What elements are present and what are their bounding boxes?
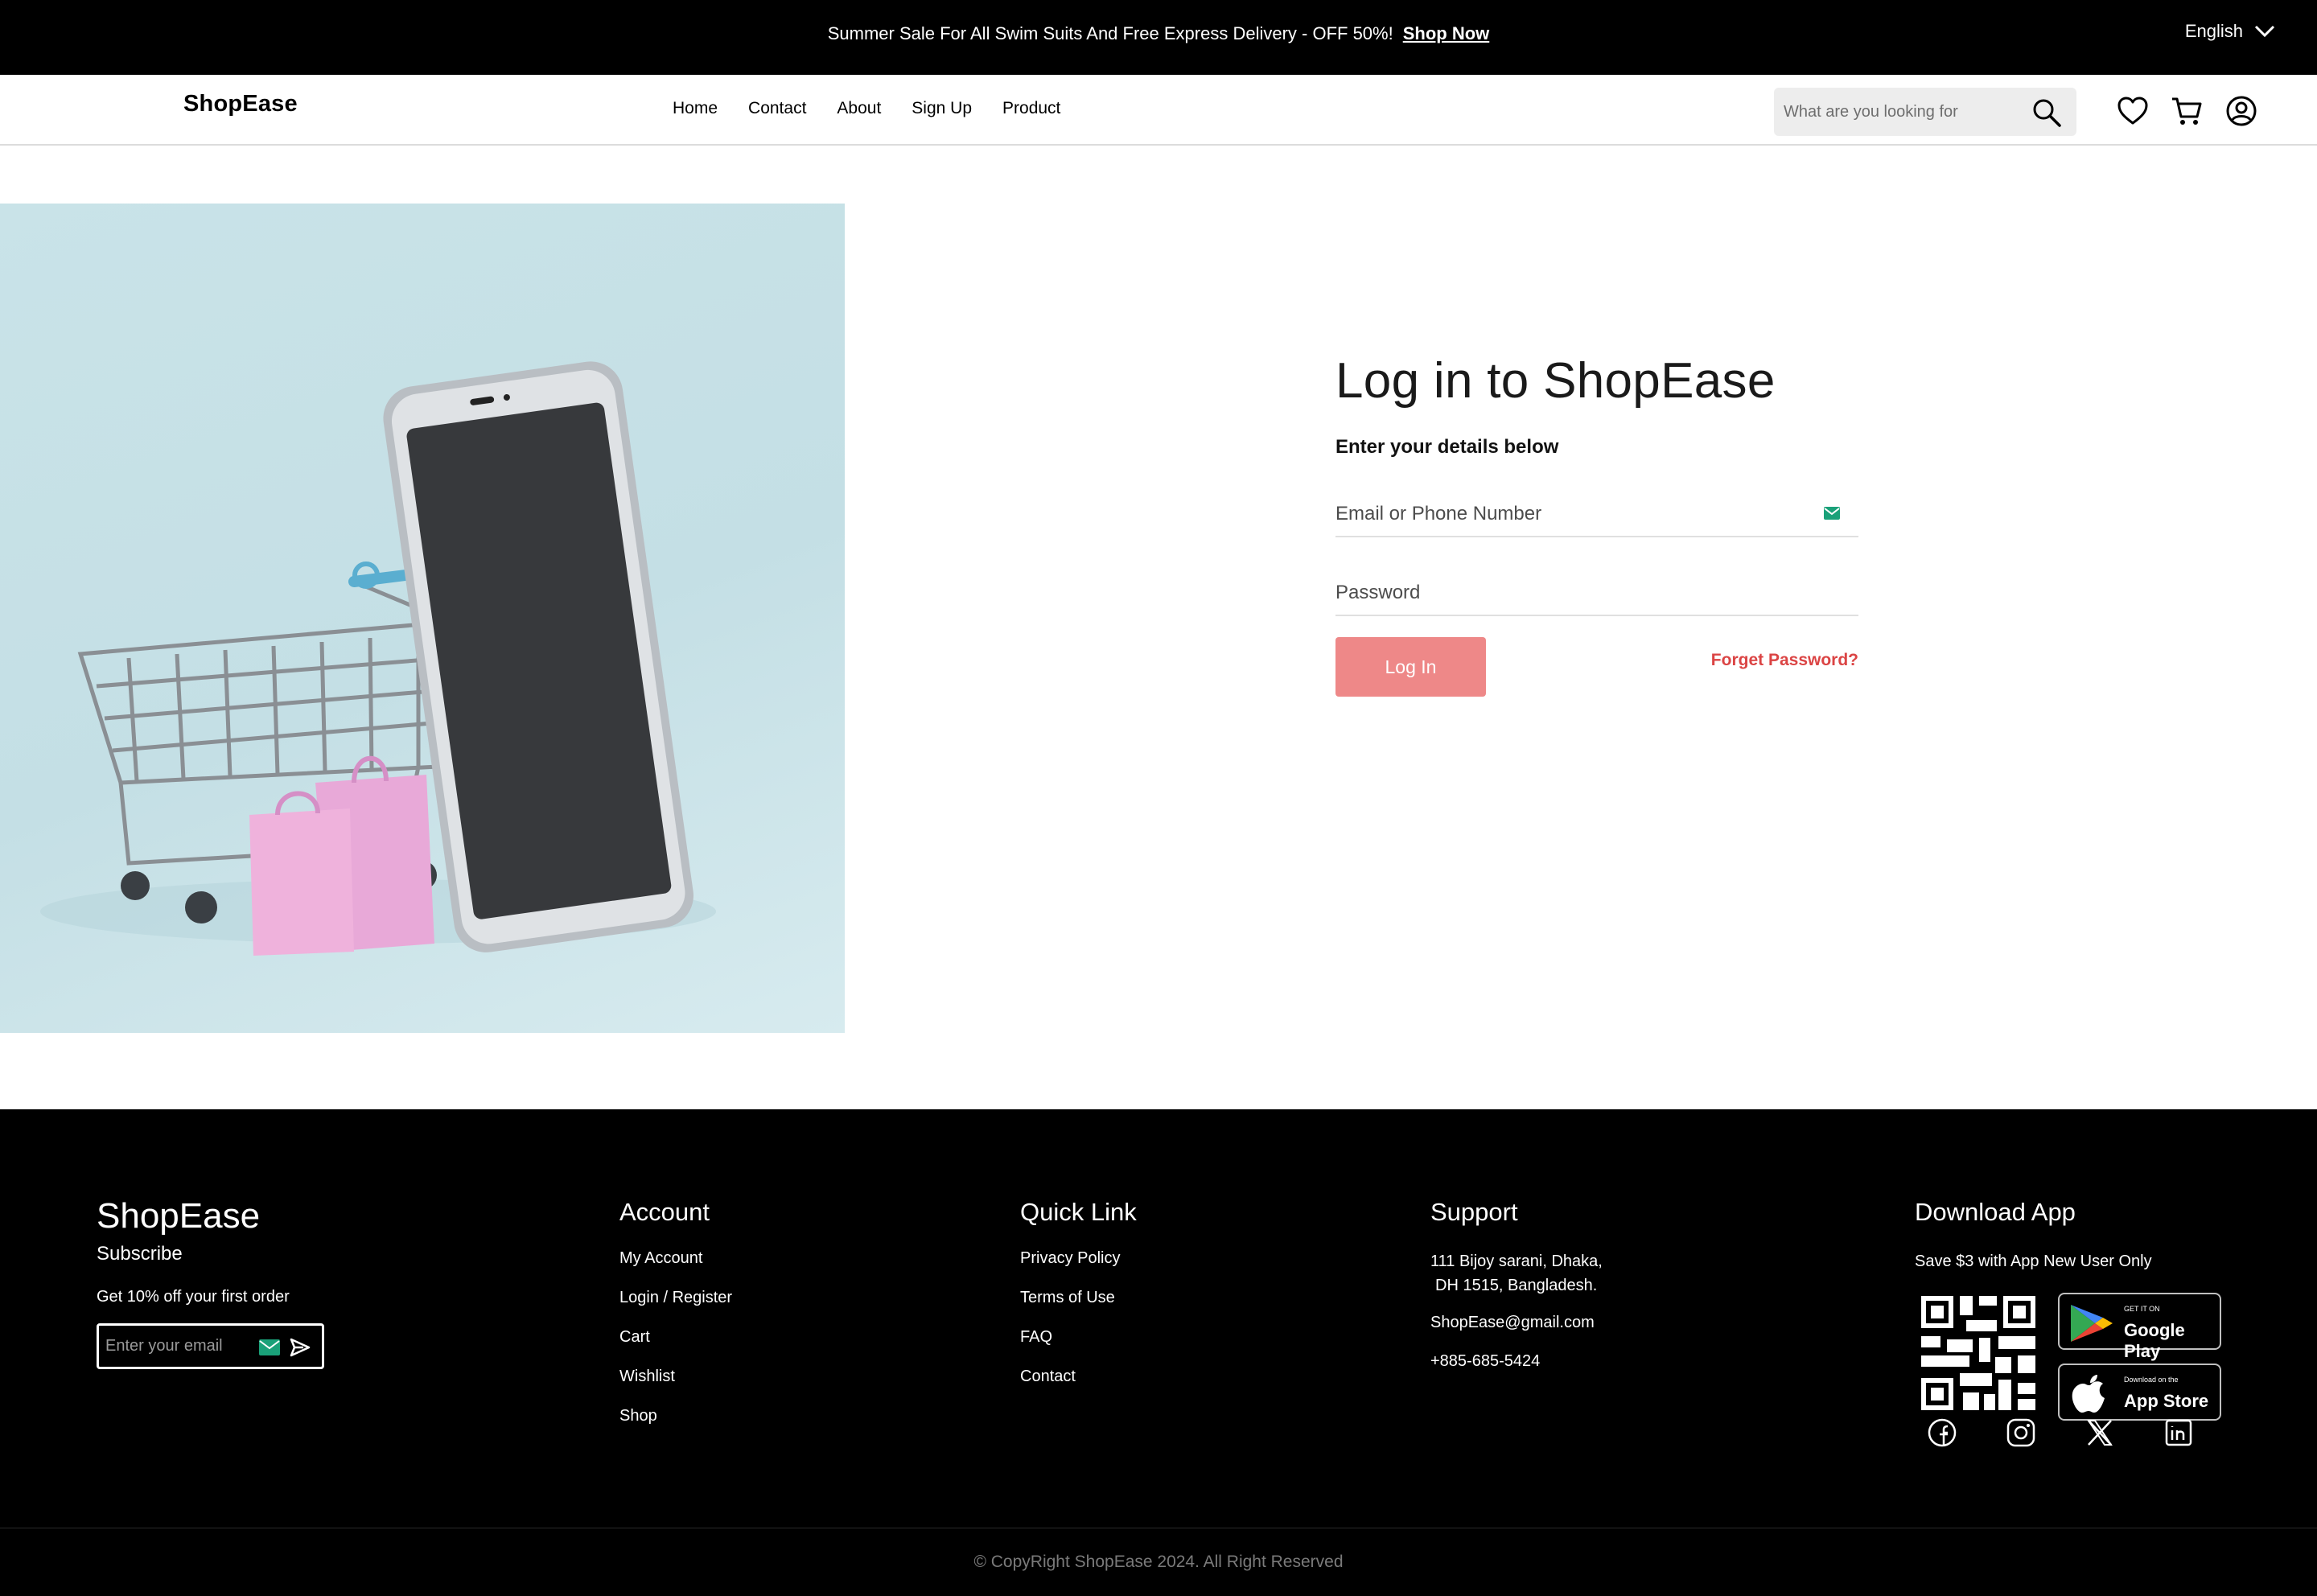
footer-link-faq[interactable]: FAQ <box>1020 1328 1137 1347</box>
x-twitter-icon[interactable] <box>2084 1417 2116 1449</box>
mail-icon <box>1824 507 1840 520</box>
download-badges: GET IT ON Google Play Download on the Ap… <box>1915 1293 2237 1494</box>
app-store-big-text: App Store <box>2124 1391 2209 1411</box>
nav-product[interactable]: Product <box>1002 99 1060 118</box>
footer-link-login-register[interactable]: Login / Register <box>619 1289 732 1307</box>
hero-image <box>0 204 845 1033</box>
subscribe-offer: Get 10% off your first order <box>97 1288 290 1306</box>
email-field-wrapper <box>1335 494 1858 538</box>
google-play-icon <box>2071 1305 2113 1342</box>
logo[interactable]: ShopEase <box>183 91 298 117</box>
top-banner: Summer Sale For All Swim Suits And Free … <box>0 0 2317 75</box>
shopping-cart-phone-illustration <box>40 361 716 956</box>
search-box <box>1774 88 2076 136</box>
language-label: English <box>2184 21 2243 41</box>
qr-code <box>1918 1293 2039 1413</box>
support-address-line2: DH 1515, Bangladesh. <box>1435 1277 1598 1294</box>
facebook-icon[interactable] <box>1926 1417 1958 1449</box>
google-play-big-text: Google Play <box>2124 1320 2185 1361</box>
account-heading: Account <box>619 1198 710 1226</box>
login-button[interactable]: Log In <box>1335 637 1486 697</box>
subscribe-email-box <box>97 1323 324 1369</box>
mail-icon <box>259 1339 280 1355</box>
password-field-wrapper <box>1335 573 1858 617</box>
instagram-icon[interactable] <box>2005 1417 2037 1449</box>
footer-link-privacy-policy[interactable]: Privacy Policy <box>1020 1249 1137 1268</box>
subscribe-email-input[interactable] <box>105 1326 258 1367</box>
heart-icon[interactable] <box>2116 94 2150 128</box>
login-subtitle: Enter your details below <box>1335 436 1559 459</box>
footer-quick-link-column: Quick Link Privacy Policy Terms of Use F… <box>1020 1198 1137 1407</box>
search-input[interactable] <box>1784 88 2017 136</box>
nav-sign-up[interactable]: Sign Up <box>912 99 972 118</box>
support-phone[interactable]: +885-685-5424 <box>1430 1349 1603 1373</box>
login-actions: Log In Forget Password? <box>1335 637 1858 697</box>
linkedin-icon[interactable] <box>2163 1417 2195 1449</box>
apple-icon <box>2072 1375 2105 1413</box>
forget-password-link[interactable]: Forget Password? <box>1711 651 1858 670</box>
footer-link-cart[interactable]: Cart <box>619 1328 732 1347</box>
nav-about[interactable]: About <box>837 99 881 118</box>
footer-link-contact[interactable]: Contact <box>1020 1368 1137 1386</box>
language-selector[interactable]: English <box>2185 21 2275 42</box>
quick-link-heading: Quick Link <box>1020 1198 1137 1226</box>
password-field[interactable] <box>1335 573 1858 614</box>
user-account-icon[interactable] <box>2224 94 2258 128</box>
download-heading: Download App <box>1915 1198 2076 1226</box>
promo-text: Summer Sale For All Swim Suits And Free … <box>827 23 1393 43</box>
footer-link-shop[interactable]: Shop <box>619 1407 732 1425</box>
footer-link-terms-of-use[interactable]: Terms of Use <box>1020 1289 1137 1307</box>
nav-home[interactable]: Home <box>673 99 718 118</box>
footer: ShopEase Subscribe Get 10% off your firs… <box>0 1109 2317 1596</box>
shop-now-link[interactable]: Shop Now <box>1403 23 1490 44</box>
cart-icon[interactable] <box>2170 94 2204 128</box>
footer-support-column: Support 111 Bijoy sarani, Dhaka, DH 1515… <box>1430 1198 1603 1373</box>
nav-contact[interactable]: Contact <box>748 99 806 118</box>
email-field[interactable] <box>1335 494 1858 535</box>
footer-link-wishlist[interactable]: Wishlist <box>619 1368 732 1386</box>
subscribe-heading: Subscribe <box>97 1243 183 1265</box>
login-form: Log in to ShopEase Enter your details be… <box>1335 353 1858 697</box>
footer-brand: ShopEase <box>97 1196 261 1236</box>
footer-subscribe-column: ShopEase Subscribe Get 10% off your firs… <box>97 1196 324 1369</box>
chevron-down-icon <box>2254 25 2275 38</box>
app-store-badge[interactable]: Download on the App Store <box>2058 1364 2221 1421</box>
footer-link-my-account[interactable]: My Account <box>619 1249 732 1268</box>
promo-bar: Summer Sale For All Swim Suits And Free … <box>0 0 2317 68</box>
support-email[interactable]: ShopEase@gmail.com <box>1430 1310 1603 1335</box>
footer-download-column: Download App Save $3 with App New User O… <box>1915 1198 2237 1494</box>
send-icon[interactable] <box>289 1337 311 1358</box>
app-store-small-text: Download on the <box>2124 1376 2179 1384</box>
google-play-badge[interactable]: GET IT ON Google Play <box>2058 1293 2221 1361</box>
main-header: ShopEase Home Contact About Sign Up Prod… <box>0 75 2317 146</box>
login-title: Log in to ShopEase <box>1335 353 1776 409</box>
copyright: © CopyRight ShopEase 2024. All Right Res… <box>0 1528 2317 1596</box>
support-heading: Support <box>1430 1198 1518 1226</box>
support-address-line1: 111 Bijoy sarani, Dhaka, <box>1430 1253 1603 1270</box>
footer-account-column: Account My Account Login / Register Cart… <box>619 1198 732 1446</box>
google-play-small-text: GET IT ON <box>2124 1305 2160 1313</box>
download-promo: Save $3 with App New User Only <box>1915 1253 2152 1270</box>
search-icon[interactable] <box>2031 97 2062 128</box>
main-nav: Home Contact About Sign Up Product <box>673 99 1060 118</box>
